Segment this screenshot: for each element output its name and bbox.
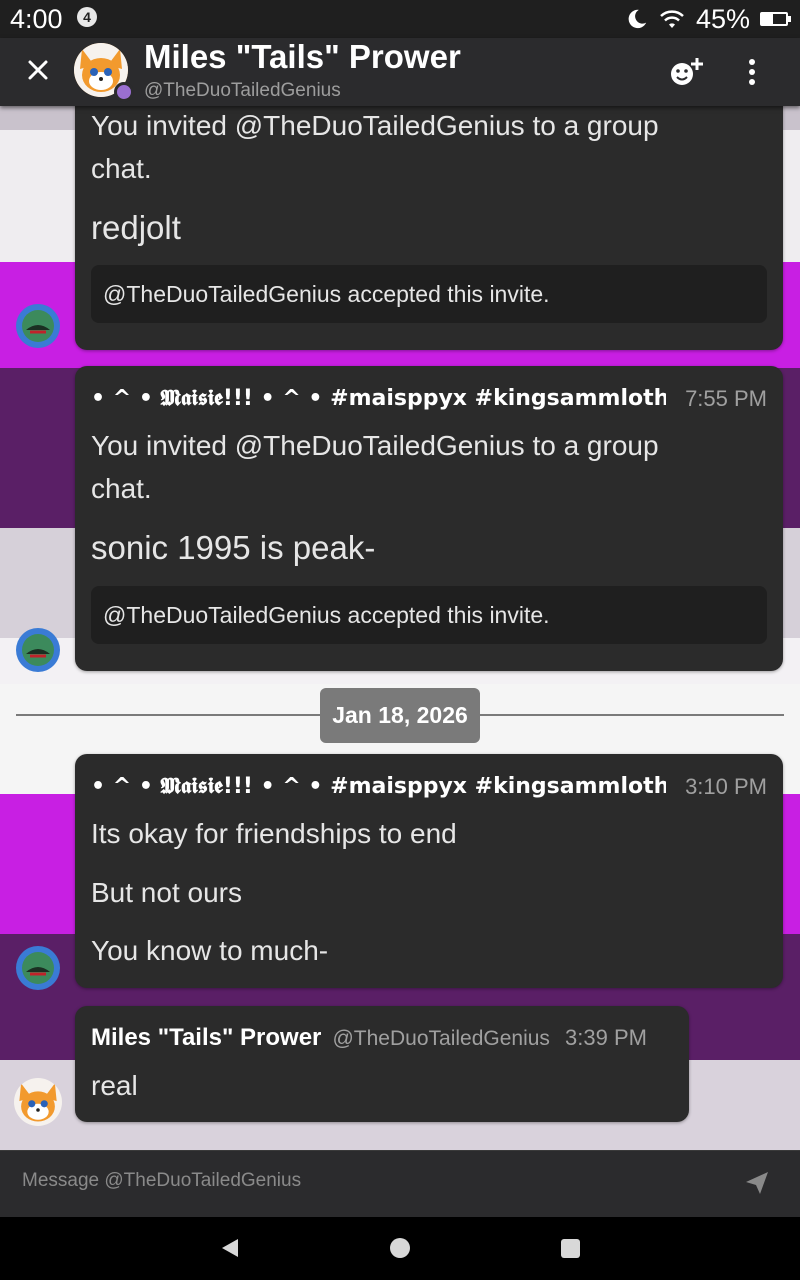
online-status-indicator: [114, 82, 134, 102]
status-time: 4:00: [10, 4, 63, 34]
profile-avatar-icon: [16, 946, 60, 990]
battery-percent: 45%: [695, 3, 750, 34]
message-text: chat.: [91, 153, 152, 184]
system-nav-bar: [0, 1217, 800, 1280]
message-text: chat.: [91, 473, 152, 504]
avatar[interactable]: [14, 944, 62, 992]
message-bubble[interactable]: You invited @TheDuoTailedGenius to a gro…: [75, 80, 783, 350]
message-text: real: [91, 1070, 138, 1101]
message-bubble[interactable]: Miles "Tails" Prower @TheDuoTailedGenius…: [75, 1006, 689, 1122]
message-author[interactable]: • ^ • 𝕸𝖆𝖎𝖘𝖎𝖊!!! • ^ • #maisppyx #kingsam…: [91, 386, 666, 411]
message-bubble[interactable]: • ^ • 𝕸𝖆𝖎𝖘𝖎𝖊!!! • ^ • #maisppyx #kingsam…: [75, 754, 783, 988]
message-bubble[interactable]: • ^ • 𝕸𝖆𝖎𝖘𝖎𝖊!!! • ^ • #maisppyx #kingsam…: [75, 366, 783, 671]
avatar[interactable]: [14, 302, 62, 350]
message-author-handle: @TheDuoTailedGenius: [332, 1027, 550, 1050]
message-input[interactable]: Message @TheDuoTailedGenius: [22, 1170, 301, 1192]
avatar[interactable]: [14, 626, 62, 674]
message-author[interactable]: Miles "Tails" Prower: [91, 1024, 321, 1051]
wifi-icon: [660, 10, 684, 28]
message-header: • ^ • 𝕸𝖆𝖎𝖘𝖎𝖊!!! • ^ • #maisppyx #kingsam…: [91, 772, 767, 806]
date-separator: Jan 18, 2026: [320, 688, 480, 743]
moon-icon: [628, 9, 647, 29]
more-options-button[interactable]: [738, 54, 766, 90]
message-header: Miles "Tails" Prower @TheDuoTailedGenius…: [91, 1024, 647, 1052]
fox-avatar-icon: [14, 1078, 62, 1126]
message-timestamp: 3:39 PM: [565, 1025, 647, 1050]
message-timestamp: 3:10 PM: [685, 774, 767, 799]
close-button[interactable]: [22, 54, 54, 86]
chat-header: Miles "Tails" Prower @TheDuoTailedGenius: [0, 38, 800, 106]
invite-embed[interactable]: @TheDuoTailedGenius accepted this invite…: [91, 586, 767, 644]
message-text: You invited @TheDuoTailedGenius to a gro…: [91, 110, 659, 141]
profile-avatar-icon: [16, 628, 60, 672]
message-header: • ^ • 𝕸𝖆𝖎𝖘𝖎𝖊!!! • ^ • #maisppyx #kingsam…: [91, 384, 767, 418]
message-text: You know to much-: [91, 935, 329, 966]
page-title: Miles "Tails" Prower: [144, 38, 461, 75]
message-text-large: redjolt: [91, 209, 181, 246]
message-text: But not ours: [91, 877, 242, 908]
battery-icon: [760, 12, 791, 26]
add-friend-button[interactable]: [668, 56, 704, 88]
invite-embed[interactable]: @TheDuoTailedGenius accepted this invite…: [91, 265, 767, 323]
message-text-large: sonic 1995 is peak-: [91, 529, 376, 566]
add-friend-icon: [671, 58, 703, 85]
more-vertical-icon: [749, 59, 755, 85]
status-bar: 4:00 4 45%: [0, 0, 800, 38]
home-icon[interactable]: [390, 1238, 410, 1258]
message-timestamp: 7:55 PM: [685, 386, 767, 411]
message-text: You invited @TheDuoTailedGenius to a gro…: [91, 430, 659, 461]
notification-count-badge: 4: [77, 7, 97, 27]
message-author[interactable]: • ^ • 𝕸𝖆𝖎𝖘𝖎𝖊!!! • ^ • #maisppyx #kingsam…: [91, 774, 666, 799]
profile-avatar-icon: [16, 304, 60, 348]
header-handle: @TheDuoTailedGenius: [144, 80, 341, 101]
send-button[interactable]: [744, 1170, 770, 1196]
message-text: Its okay for friendships to end: [91, 818, 457, 849]
send-icon: [746, 1172, 768, 1194]
message-composer: Message @TheDuoTailedGenius: [0, 1150, 800, 1218]
avatar[interactable]: [14, 1078, 62, 1126]
back-icon: [222, 1239, 238, 1257]
back-button[interactable]: [218, 1237, 240, 1263]
close-icon: [28, 60, 48, 80]
recents-icon[interactable]: [561, 1239, 580, 1258]
